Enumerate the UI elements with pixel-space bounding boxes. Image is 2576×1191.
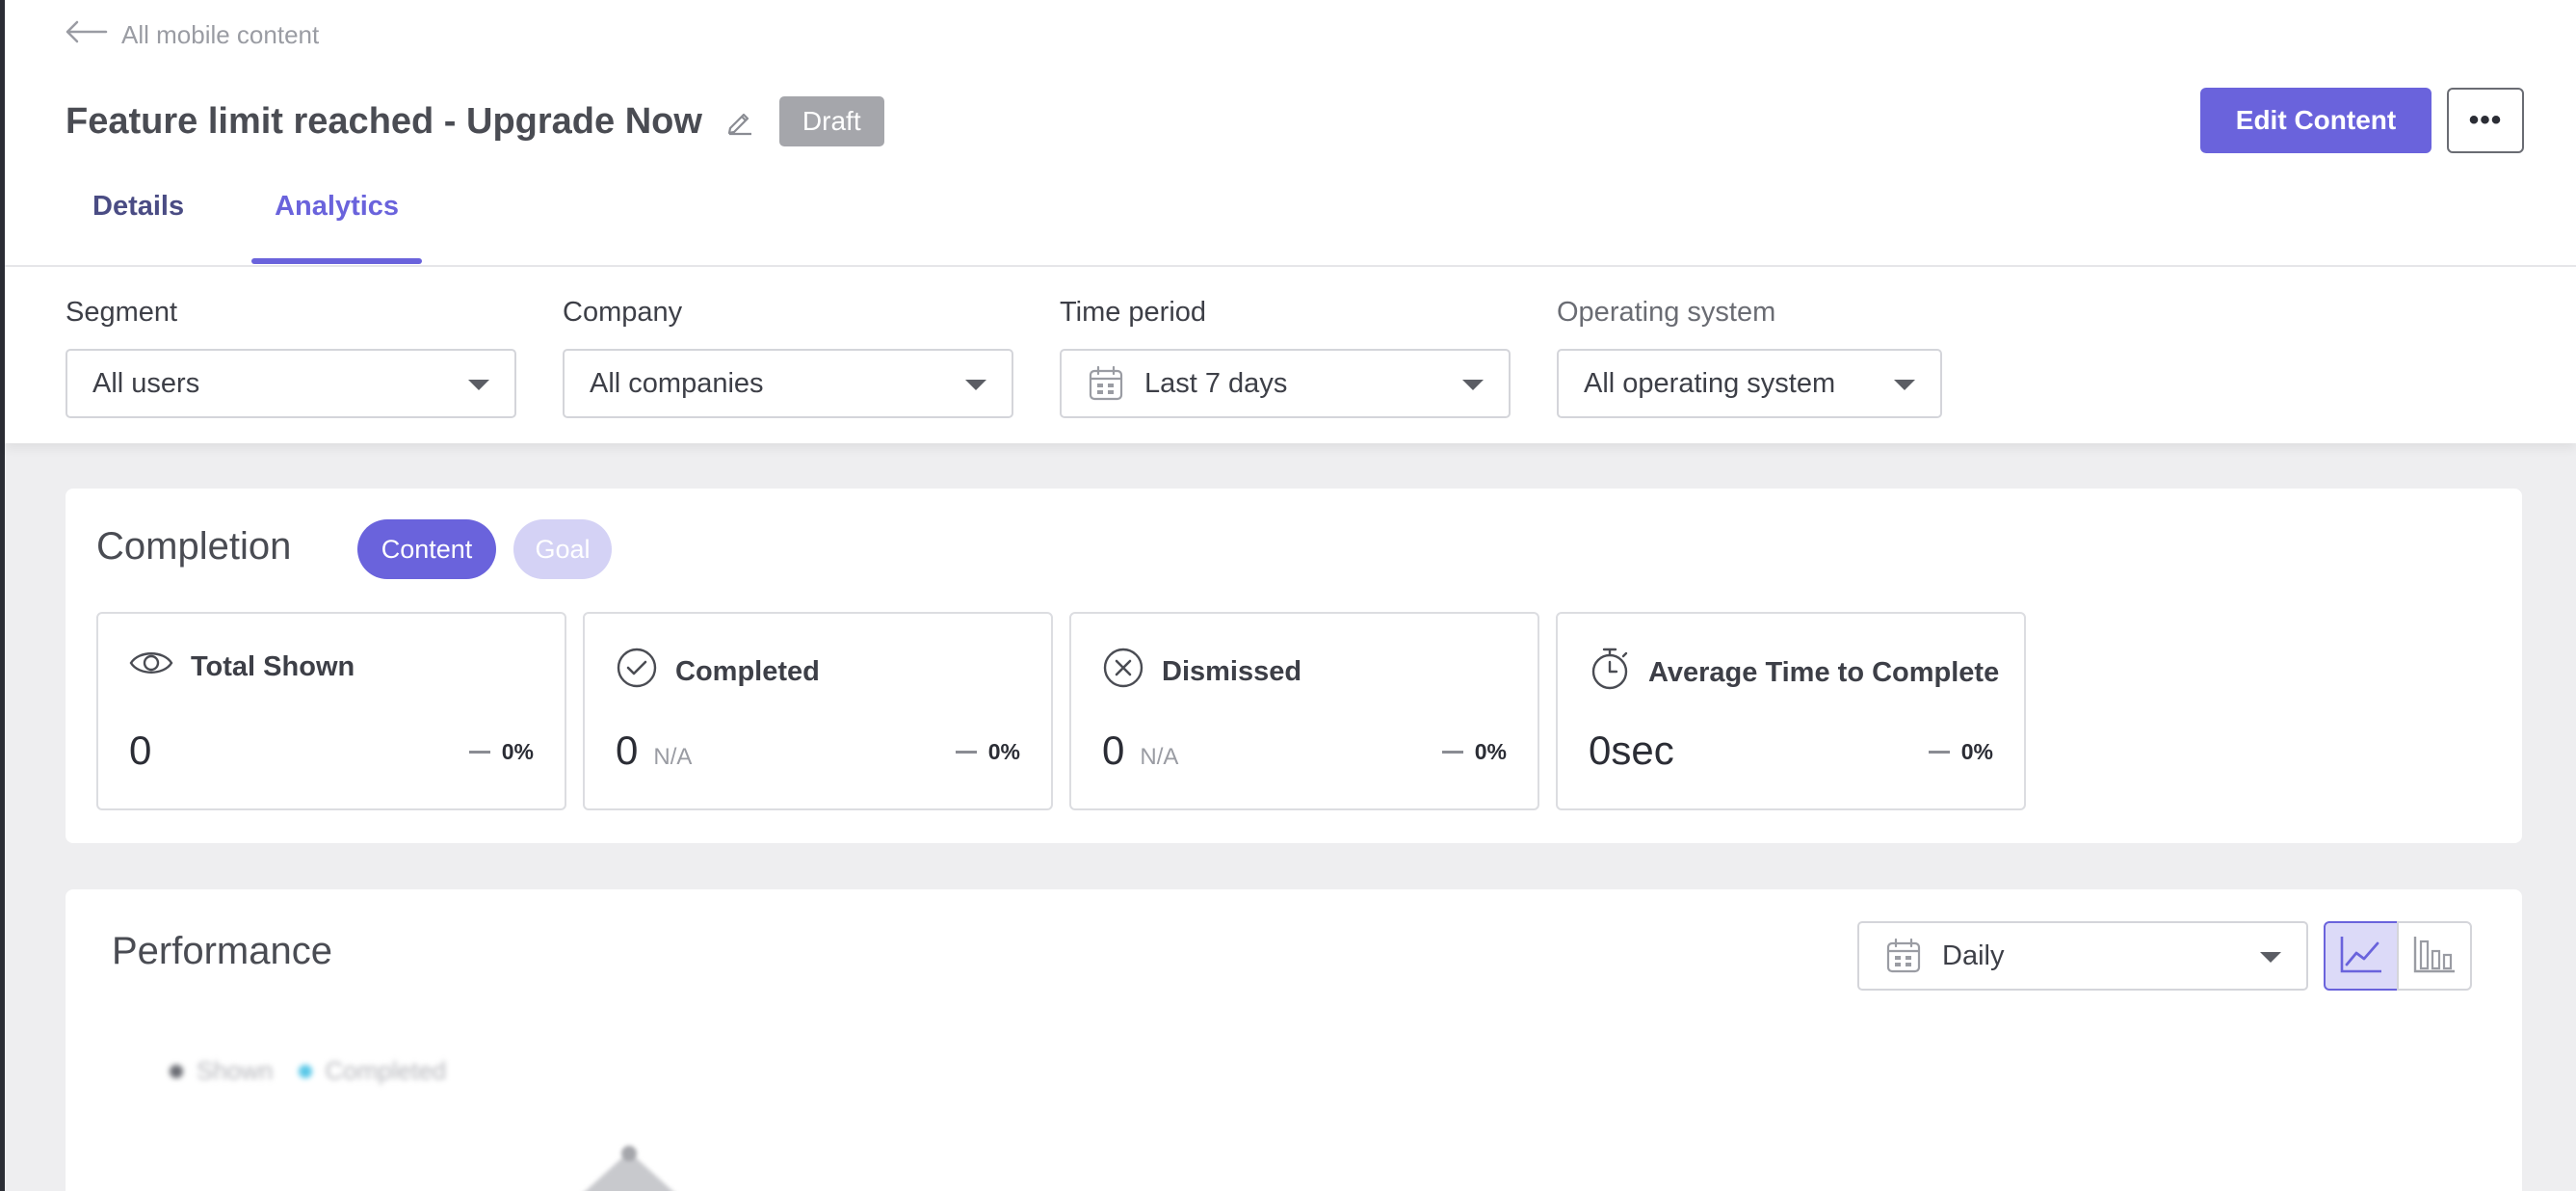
stat-label: Completed — [675, 655, 820, 687]
segment-label: Segment — [66, 297, 178, 328]
goal-toggle[interactable]: Goal — [513, 519, 612, 579]
tab-bar: Details Analytics — [66, 183, 423, 266]
os-label: Operating system — [1557, 297, 1776, 328]
bar-chart-icon — [2412, 934, 2457, 979]
caret-down-icon — [1462, 380, 1484, 390]
os-select[interactable]: All operating system — [1557, 349, 1942, 418]
segment-select[interactable]: All users — [66, 349, 516, 418]
os-value: All operating system — [1584, 367, 1836, 399]
legend-dot-completed — [298, 1064, 312, 1078]
company-label: Company — [563, 297, 683, 328]
completion-title: Completion — [96, 525, 292, 568]
stat-change: 0% — [1960, 739, 1993, 764]
time-period-label: Time period — [1060, 297, 1207, 328]
company-select[interactable]: All companies — [563, 349, 1013, 418]
calendar-icon — [1884, 937, 1923, 975]
performance-card: Performance Daily Shown Completed — [66, 889, 2522, 1191]
x-circle-icon — [1102, 647, 1144, 697]
legend-completed: Completed — [325, 1056, 447, 1085]
os-filter: Operating system All operating system — [1557, 297, 1942, 418]
caret-down-icon — [965, 380, 986, 390]
status-badge: Draft — [778, 96, 884, 146]
content-toggle[interactable]: Content — [357, 519, 496, 579]
stat-completed: Completed 0 N/A 0% — [583, 612, 1053, 810]
title-row: Feature limit reached - Upgrade Now Draf… — [66, 94, 884, 148]
time-period-select[interactable]: Last 7 days — [1060, 349, 1511, 418]
legend-shown: Shown — [197, 1056, 274, 1085]
stopwatch-icon — [1589, 647, 1631, 699]
stat-label: Dismissed — [1162, 655, 1302, 687]
caret-down-icon — [2260, 952, 2281, 963]
header-divider — [5, 265, 2576, 267]
blurred-chart-preview — [585, 1146, 673, 1191]
bar-chart-toggle[interactable] — [2397, 921, 2472, 991]
stat-value: 0 — [616, 728, 639, 773]
chart-legend: Shown Completed — [170, 1056, 446, 1086]
filter-bar: Segment All users Company All companies … — [5, 268, 2576, 443]
stat-change: 0% — [501, 739, 534, 764]
arrow-left-icon — [66, 20, 108, 50]
performance-title: Performance — [112, 930, 332, 972]
line-chart-icon — [2339, 934, 2383, 979]
calendar-icon — [1087, 364, 1125, 403]
legend-dot-shown — [170, 1064, 183, 1078]
stat-value: 0 — [129, 728, 152, 773]
stat-change: 0% — [987, 739, 1020, 764]
stat-value: 0 — [1102, 728, 1125, 773]
time-period-filter: Time period Last 7 days — [1060, 297, 1511, 418]
company-value: All companies — [590, 367, 764, 399]
stat-label: Average Time to Complete — [1648, 656, 2000, 688]
stat-sub: N/A — [1140, 744, 1179, 770]
stat-dismissed: Dismissed 0 N/A 0% — [1069, 612, 1539, 810]
caret-down-icon — [468, 380, 489, 390]
eye-icon — [129, 647, 173, 687]
dash-icon — [468, 751, 490, 754]
page-header: All mobile content Feature limit reached… — [5, 0, 2576, 268]
edit-content-button[interactable]: Edit Content — [2200, 88, 2431, 153]
page-title: Feature limit reached - Upgrade Now — [66, 100, 702, 142]
stat-sub: N/A — [653, 744, 693, 770]
line-chart-toggle[interactable] — [2324, 921, 2399, 991]
tab-details[interactable]: Details — [66, 183, 207, 266]
interval-select[interactable]: Daily — [1857, 921, 2308, 991]
check-circle-icon — [616, 647, 658, 697]
company-filter: Company All companies — [563, 297, 1013, 418]
interval-value: Daily — [1942, 940, 2005, 971]
completion-card: Completion Content Goal Total Shown 0 0%… — [66, 489, 2522, 843]
time-period-value: Last 7 days — [1144, 367, 1288, 399]
tab-analytics[interactable]: Analytics — [251, 183, 423, 266]
caret-down-icon — [1894, 380, 1915, 390]
segment-filter: Segment All users — [66, 297, 516, 418]
pencil-icon[interactable] — [723, 105, 756, 138]
more-options-button[interactable]: ••• — [2447, 88, 2524, 153]
dash-icon — [955, 751, 977, 754]
back-link[interactable]: All mobile content — [66, 19, 319, 50]
stat-label: Total Shown — [191, 650, 355, 682]
dash-icon — [1441, 751, 1463, 754]
segment-value: All users — [92, 367, 200, 399]
stat-change: 0% — [1474, 739, 1507, 764]
back-link-label: All mobile content — [121, 19, 320, 49]
dash-icon — [1928, 751, 1950, 754]
stat-value: 0sec — [1589, 728, 1674, 773]
stat-average-time: Average Time to Complete 0sec 0% — [1556, 612, 2026, 810]
stat-total-shown: Total Shown 0 0% — [96, 612, 566, 810]
